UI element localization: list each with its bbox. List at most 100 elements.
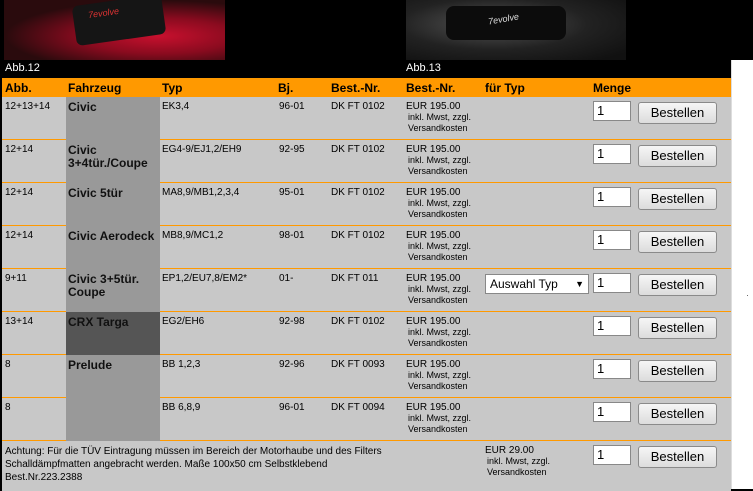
cell-baujahr: 92-95 <box>279 144 305 155</box>
quantity-input[interactable]: 1 <box>593 316 631 336</box>
bestellen-button[interactable]: Bestellen <box>638 274 717 296</box>
cell-fahrzeug: Civic Aerodeck <box>66 226 160 269</box>
type-select-value: Auswahl Typ <box>490 277 558 291</box>
header-menge: Menge <box>593 81 632 95</box>
vehicle-name: Civic <box>68 100 97 114</box>
cell-abb: 12+14 <box>5 144 34 155</box>
cell-typ: MA8,9/MB1,2,3,4 <box>162 187 240 198</box>
price-value: EUR 195.00 <box>406 144 461 155</box>
cell-baujahr: 96-01 <box>279 402 305 413</box>
table-row: 8 Prelude BB 1,2,3 92-96 DK FT 0093 EUR … <box>2 355 731 441</box>
vehicle-name: Civic 5tür <box>68 186 123 200</box>
vehicle-name: Civic 3+4tür./Coupe <box>68 143 148 170</box>
cell-fahrzeug: Prelude <box>66 355 160 441</box>
cell-typ: BB 6,8,9 <box>162 402 201 413</box>
bestellen-button[interactable]: Bestellen <box>638 145 717 167</box>
table-row: 12+14 Civic Aerodeck MB8,9/MC1,2 98-01 D… <box>2 226 731 269</box>
cell-baujahr: 92-98 <box>279 316 305 327</box>
cell-abb: 12+14 <box>5 187 34 198</box>
bestellen-button[interactable]: Bestellen <box>638 403 717 425</box>
cell-baujahr: 98-01 <box>279 230 305 241</box>
cell-abb: 13+14 <box>5 316 34 327</box>
bestellen-button[interactable]: Bestellen <box>638 360 717 382</box>
footer-price: EUR 29.00 inkl. Mwst, zzgl. Versandkoste… <box>485 445 550 478</box>
table-header: Abb. Fahrzeug Typ Bj. Best.-Nr. Best.-Nr… <box>2 78 731 97</box>
quantity-input[interactable]: 1 <box>593 187 631 207</box>
cell-typ: EG4-9/EJ1,2/EH9 <box>162 144 242 155</box>
cell-bestnr: DK FT 0102 <box>331 144 385 155</box>
cell-price: EUR 195.00 inkl. Mwst, zzgl. Versandkost… <box>406 316 471 349</box>
cell-price: EUR 195.00 inkl. Mwst, zzgl. Versandkost… <box>406 273 471 306</box>
cell-price: EUR 195.00 inkl. Mwst, zzgl. Versandkost… <box>406 359 471 392</box>
bestellen-button[interactable]: Bestellen <box>638 188 717 210</box>
quantity-input[interactable]: 1 <box>593 273 631 293</box>
cell-baujahr: 95-01 <box>279 187 305 198</box>
cell-typ: MB8,9/MC1,2 <box>162 230 224 241</box>
scroll-position-icon: · <box>746 290 749 300</box>
price-shipping-note: Versandkosten <box>408 381 468 391</box>
cell-price: EUR 195.00 inkl. Mwst, zzgl. Versandkost… <box>406 402 471 435</box>
price-tax-note: inkl. Mwst, zzgl. <box>408 198 472 208</box>
price-tax-note: inkl. Mwst, zzgl. <box>408 413 472 423</box>
footer-note-line2: Schalldämpfmatten angebracht werden. Maß… <box>5 459 328 470</box>
cell-abb: 12+13+14 <box>5 101 51 112</box>
price-shipping-note: Versandkosten <box>408 338 468 348</box>
header-fahrzeug: Fahrzeug <box>68 81 122 95</box>
footer-note-line1: Achtung: Für die TÜV Eintragung müssen i… <box>5 446 382 457</box>
bestellen-button[interactable]: Bestellen <box>638 231 717 253</box>
footer-price-shipping: Versandkosten <box>487 467 547 477</box>
header-bestnr: Best.-Nr. <box>331 81 381 95</box>
header-typ: Typ <box>162 81 183 95</box>
footer-price-value: EUR 29.00 <box>485 445 534 456</box>
price-shipping-note: Versandkosten <box>408 295 468 305</box>
table-row: 12+14 Civic 3+4tür./Coupe EG4-9/EJ1,2/EH… <box>2 140 731 183</box>
cell-fahrzeug: Civic 5tür <box>66 183 160 226</box>
chevron-down-icon: ▼ <box>575 279 584 289</box>
intake-filter-part <box>71 0 167 47</box>
price-shipping-note: Versandkosten <box>408 166 468 176</box>
quantity-input[interactable]: 1 <box>593 402 631 422</box>
scrollbar[interactable]: · <box>731 60 753 489</box>
cell-price: EUR 195.00 inkl. Mwst, zzgl. Versandkost… <box>406 187 471 220</box>
price-tax-note: inkl. Mwst, zzgl. <box>408 370 472 380</box>
footer-quantity-input[interactable]: 1 <box>593 445 631 465</box>
cell-price: EUR 195.00 inkl. Mwst, zzgl. Versandkost… <box>406 144 471 177</box>
price-shipping-note: Versandkosten <box>408 209 468 219</box>
bestellen-button[interactable]: Bestellen <box>638 317 717 339</box>
header-abb: Abb. <box>5 81 32 95</box>
price-value: EUR 195.00 <box>406 316 461 327</box>
price-value: EUR 195.00 <box>406 230 461 241</box>
bestellen-button[interactable]: Bestellen <box>638 102 717 124</box>
header-bestnr-2: Best.-Nr. <box>406 81 456 95</box>
cell-fahrzeug: Civic 3+4tür./Coupe <box>66 140 160 183</box>
cell-typ: EG2/EH6 <box>162 316 205 327</box>
cell-bestnr: DK FT 0102 <box>331 316 385 327</box>
cell-bestnr: DK FT 0102 <box>331 230 385 241</box>
price-shipping-note: Versandkosten <box>408 252 468 262</box>
quantity-input[interactable]: 1 <box>593 101 631 121</box>
quantity-input[interactable]: 1 <box>593 144 631 164</box>
price-tax-note: inkl. Mwst, zzgl. <box>408 327 472 337</box>
price-shipping-note: Versandkosten <box>408 424 468 434</box>
vehicle-name: Civic 3+5tür. Coupe <box>68 272 140 299</box>
price-value: EUR 195.00 <box>406 402 461 413</box>
cell-baujahr: 01- <box>279 273 294 284</box>
cell-baujahr: 96-01 <box>279 101 305 112</box>
footer-price-tax: inkl. Mwst, zzgl. <box>487 456 551 466</box>
footer-bestellen-button[interactable]: Bestellen <box>638 446 717 468</box>
quantity-input[interactable]: 1 <box>593 230 631 250</box>
product-image-abb13: 7evolve <box>406 0 626 60</box>
type-select[interactable]: Auswahl Typ ▼ <box>485 274 589 294</box>
price-value: EUR 195.00 <box>406 187 461 198</box>
header-fuer-typ: für Typ <box>485 81 525 95</box>
table-row: 13+14 CRX Targa EG2/EH6 92-98 DK FT 0102… <box>2 312 731 355</box>
cell-abb: 9+11 <box>5 273 27 284</box>
price-value: EUR 195.00 <box>406 359 461 370</box>
cell-fahrzeug: Civic <box>66 97 160 140</box>
price-value: EUR 195.00 <box>406 101 461 112</box>
cell-bestnr: DK FT 0102 <box>331 101 385 112</box>
cell-typ: EK3,4 <box>162 101 190 112</box>
vehicle-name: Civic Aerodeck <box>68 229 155 243</box>
quantity-input[interactable]: 1 <box>593 359 631 379</box>
cell-bestnr: DK FT 0093 <box>331 359 385 370</box>
